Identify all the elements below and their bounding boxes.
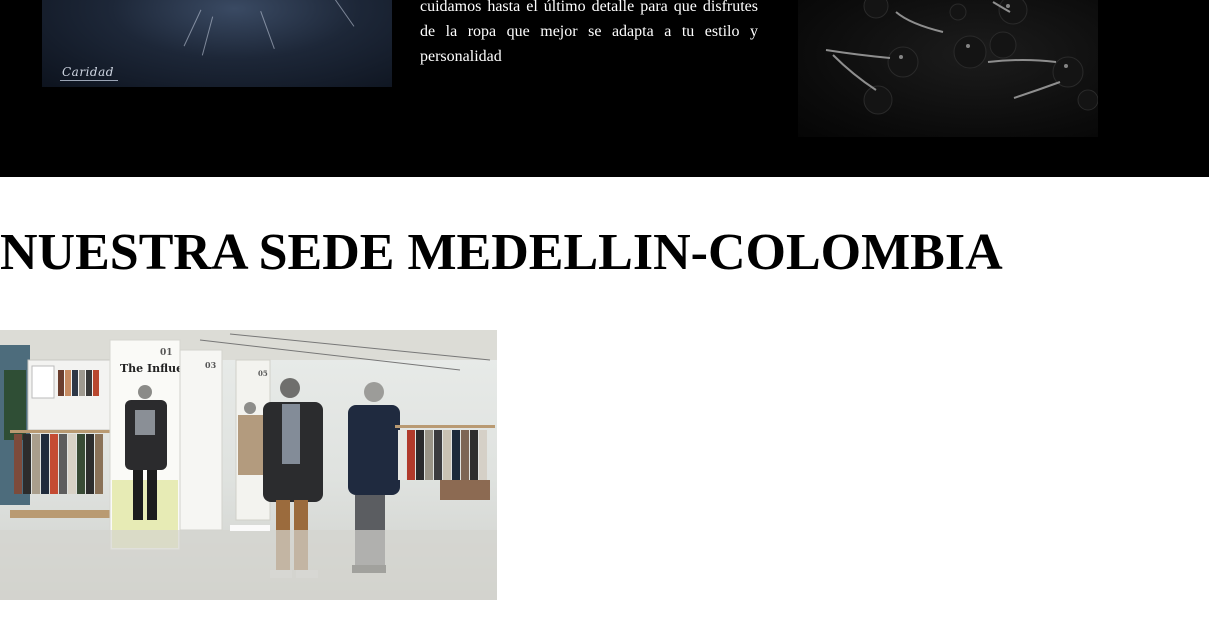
portrait-detail (330, 0, 355, 27)
cherries-illustration (825, 0, 1098, 115)
portrait-detail (201, 16, 214, 56)
store-section-title: NUESTRA SEDE MEDELLIN-COLOMBIA (0, 224, 1003, 281)
store-photo: 01 The Influencers 03 05 (0, 330, 497, 600)
portrait-signature: Caridad (60, 65, 118, 81)
banner-number: 01 (160, 348, 173, 358)
about-paragraph: cuidamos hasta el último detalle para qu… (420, 0, 758, 65)
banner-number-2: 03 (205, 360, 217, 370)
portrait-image: Caridad (42, 0, 392, 87)
portrait-detail (183, 9, 202, 47)
cherries-image (798, 0, 1098, 137)
store-interior-illustration: 01 The Influencers 03 05 (0, 330, 497, 600)
banner-number-3: 05 (258, 369, 268, 378)
about-section: Caridad cuidamos hasta el último detalle… (0, 0, 1209, 177)
portrait-detail (260, 11, 275, 49)
